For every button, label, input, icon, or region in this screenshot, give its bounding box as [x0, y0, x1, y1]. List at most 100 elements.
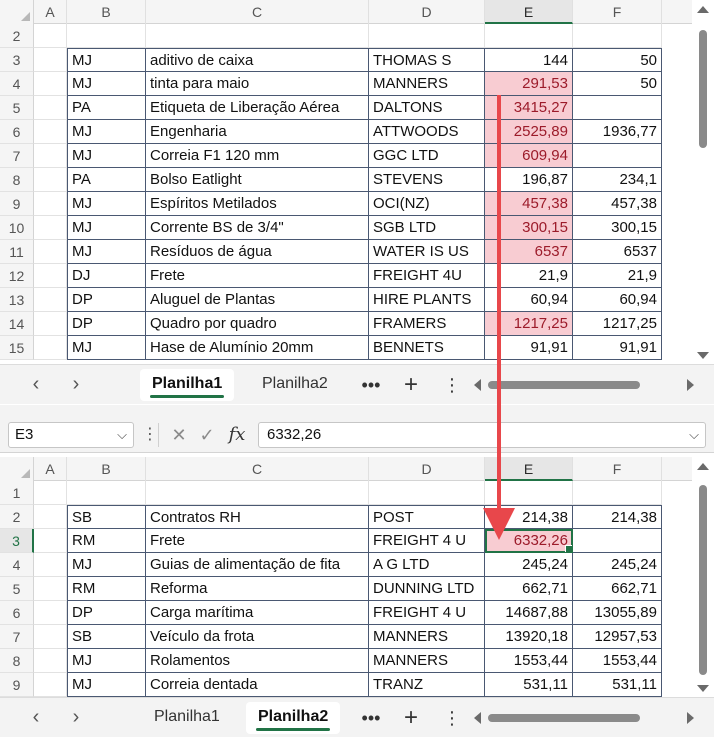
row-header[interactable]: 11 [0, 240, 34, 264]
horizontal-scroll-thumb[interactable] [488, 381, 640, 389]
row-header[interactable]: 3 [0, 529, 34, 553]
cell-c[interactable]: Carga marítima [146, 601, 369, 625]
cell-c[interactable]: Quadro por quadro [146, 312, 369, 336]
row-header[interactable]: 15 [0, 336, 34, 360]
row-header[interactable]: 3 [0, 48, 34, 72]
cell-d[interactable]: A G LTD [369, 553, 485, 577]
row-header[interactable]: 7 [0, 144, 34, 168]
cell-e[interactable]: 14687,88 [485, 601, 573, 625]
cell-c[interactable]: aditivo de caixa [146, 48, 369, 72]
cell-e[interactable]: 144 [485, 48, 573, 72]
cell-c[interactable]: Corrente BS de 3/4" [146, 216, 369, 240]
cell-a[interactable] [34, 288, 67, 312]
cell-b[interactable]: RM [67, 577, 146, 601]
cell-c[interactable]: Guias de alimentação de fita [146, 553, 369, 577]
scroll-left-icon[interactable] [474, 379, 481, 391]
cell-f[interactable]: 6537 [573, 240, 662, 264]
scroll-down-icon[interactable] [697, 685, 709, 692]
insert-function-icon[interactable]: fx [226, 423, 248, 447]
cell-d[interactable]: MANNERS [369, 649, 485, 673]
cell-d[interactable]: OCI(NZ) [369, 192, 485, 216]
cell-b[interactable]: MJ [67, 553, 146, 577]
cell-f[interactable]: 91,91 [573, 336, 662, 360]
cell-b[interactable]: MJ [67, 192, 146, 216]
cell-f[interactable]: 457,38 [573, 192, 662, 216]
name-box[interactable]: E3 ⌵ [8, 422, 134, 448]
cell-a[interactable] [34, 192, 67, 216]
cell-a[interactable] [34, 48, 67, 72]
column-header[interactable]: F [573, 457, 662, 481]
vertical-ellipsis-icon[interactable]: ⋮ [442, 704, 462, 732]
cell-e[interactable]: 91,91 [485, 336, 573, 360]
cell-c[interactable]: Rolamentos [146, 649, 369, 673]
cell-e[interactable]: 21,9 [485, 264, 573, 288]
chevron-right-icon[interactable]: › [66, 707, 86, 727]
cell-a[interactable] [34, 625, 67, 649]
cell-f[interactable]: 12957,53 [573, 625, 662, 649]
cell-e[interactable] [485, 481, 573, 505]
row-header[interactable]: 5 [0, 577, 34, 601]
cell-b[interactable]: PA [67, 168, 146, 192]
row-header[interactable]: 6 [0, 601, 34, 625]
cell-e[interactable]: 2525,89 [485, 120, 573, 144]
row-header[interactable]: 2 [0, 24, 34, 48]
column-header[interactable]: C [146, 457, 369, 481]
cell-e[interactable]: 291,53 [485, 72, 573, 96]
column-header[interactable]: A [34, 457, 67, 481]
cell-a[interactable] [34, 673, 67, 697]
column-header[interactable]: E [485, 0, 573, 24]
cell-a[interactable] [34, 553, 67, 577]
cell-c[interactable]: Reforma [146, 577, 369, 601]
chevron-down-icon[interactable]: ⌵ [689, 423, 699, 447]
cell-c[interactable] [146, 24, 369, 48]
cell-b[interactable]: RM [67, 529, 146, 553]
cell-b[interactable]: MJ [67, 48, 146, 72]
cell-f[interactable] [573, 529, 662, 553]
cell-e[interactable]: 196,87 [485, 168, 573, 192]
cell-d[interactable]: ATTWOODS [369, 120, 485, 144]
cell-d[interactable]: HIRE PLANTS [369, 288, 485, 312]
vertical-scroll-thumb[interactable] [699, 30, 707, 148]
cell-d[interactable]: WATER IS US [369, 240, 485, 264]
row-header[interactable]: 1 [0, 481, 34, 505]
cell-c[interactable]: Resíduos de água [146, 240, 369, 264]
row-header[interactable]: 13 [0, 288, 34, 312]
cell-b[interactable]: SB [67, 505, 146, 529]
cell-b[interactable]: DP [67, 288, 146, 312]
scroll-left-icon[interactable] [474, 712, 481, 724]
cell-c[interactable] [146, 481, 369, 505]
cell-f[interactable]: 13055,89 [573, 601, 662, 625]
cell-f[interactable]: 21,9 [573, 264, 662, 288]
horizontal-scroll-thumb[interactable] [488, 714, 640, 722]
cell-d[interactable]: SGB LTD [369, 216, 485, 240]
cell-d[interactable]: DALTONS [369, 96, 485, 120]
ellipsis-icon[interactable]: ••• [358, 371, 384, 399]
cell-b[interactable]: MJ [67, 673, 146, 697]
cell-c[interactable]: tinta para maio [146, 72, 369, 96]
column-header[interactable]: B [67, 457, 146, 481]
cell-f[interactable]: 245,24 [573, 553, 662, 577]
cell-a[interactable] [34, 240, 67, 264]
column-header[interactable]: B [67, 0, 146, 24]
tab-planilha2[interactable]: Planilha2 [250, 369, 340, 401]
cell-e[interactable]: 214,38 [485, 505, 573, 529]
cell-d[interactable] [369, 24, 485, 48]
cell-b[interactable]: PA [67, 96, 146, 120]
column-header[interactable]: A [34, 0, 67, 24]
cell-a[interactable] [34, 216, 67, 240]
row-header[interactable]: 4 [0, 553, 34, 577]
cell-d[interactable]: STEVENS [369, 168, 485, 192]
cell-e[interactable]: 662,71 [485, 577, 573, 601]
cell-b[interactable]: SB [67, 625, 146, 649]
row-header[interactable]: 4 [0, 72, 34, 96]
cell-e[interactable]: 457,38 [485, 192, 573, 216]
cell-e[interactable]: 531,11 [485, 673, 573, 697]
select-all-corner[interactable] [0, 0, 34, 24]
cell-f[interactable]: 531,11 [573, 673, 662, 697]
cell-f[interactable]: 1553,44 [573, 649, 662, 673]
cell-e[interactable]: 609,94 [485, 144, 573, 168]
tab-planilha1[interactable]: Planilha1 [142, 702, 232, 734]
cell-a[interactable] [34, 120, 67, 144]
x-icon[interactable]: ✕ [168, 423, 190, 447]
cell-c[interactable]: Hase de Alumínio 20mm [146, 336, 369, 360]
